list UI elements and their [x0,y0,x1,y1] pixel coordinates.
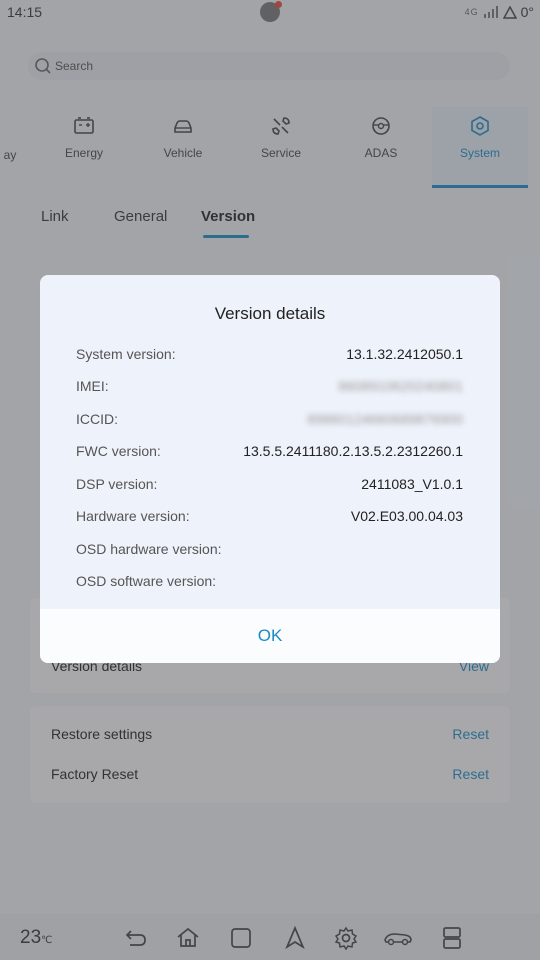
dialog-title: Version details [214,304,326,323]
row-value: 13.1.32.2412050.1 [346,346,463,362]
row-key: DSP version: [76,476,158,492]
row-value: V02.E03.00.04.03 [350,508,463,524]
ok-button[interactable]: OK [40,609,500,663]
iccid-row: ICCID: 89860124660689876900 [76,411,463,431]
dialog-footer: OK [40,609,500,663]
hardware-version-row: Hardware version: V02.E03.00.04.03 [76,508,463,528]
system-version-row: System version: 13.1.32.2412050.1 [76,346,463,366]
row-key: OSD software version: [76,573,217,589]
osd-software-version-row: OSD software version: [76,573,463,593]
row-value: 2411083_V1.0.1 [361,476,463,492]
row-key: IMEI: [76,378,109,394]
row-key: FWC version: [76,443,161,459]
row-value: 13.5.5.2411180.2.13.5.2.2312260.1 [243,443,463,459]
row-key: ICCID: [76,411,118,427]
row-key: Hardware version: [76,508,190,524]
row-key: OSD hardware version: [76,541,222,557]
osd-hardware-version-row: OSD hardware version: [76,541,463,561]
version-details-dialog: Version details System version: 13.1.32.… [40,275,500,663]
dsp-version-row: DSP version: 2411083_V1.0.1 [76,476,463,496]
row-key: System version: [76,346,176,362]
row-value-obscured: 89860124660689876900 [307,411,463,427]
fwc-version-row: FWC version: 13.5.5.2411180.2.13.5.2.231… [76,443,463,463]
imei-row: IMEI: 8608910620240801 [76,378,463,398]
row-value-obscured: 8608910620240801 [338,378,463,394]
